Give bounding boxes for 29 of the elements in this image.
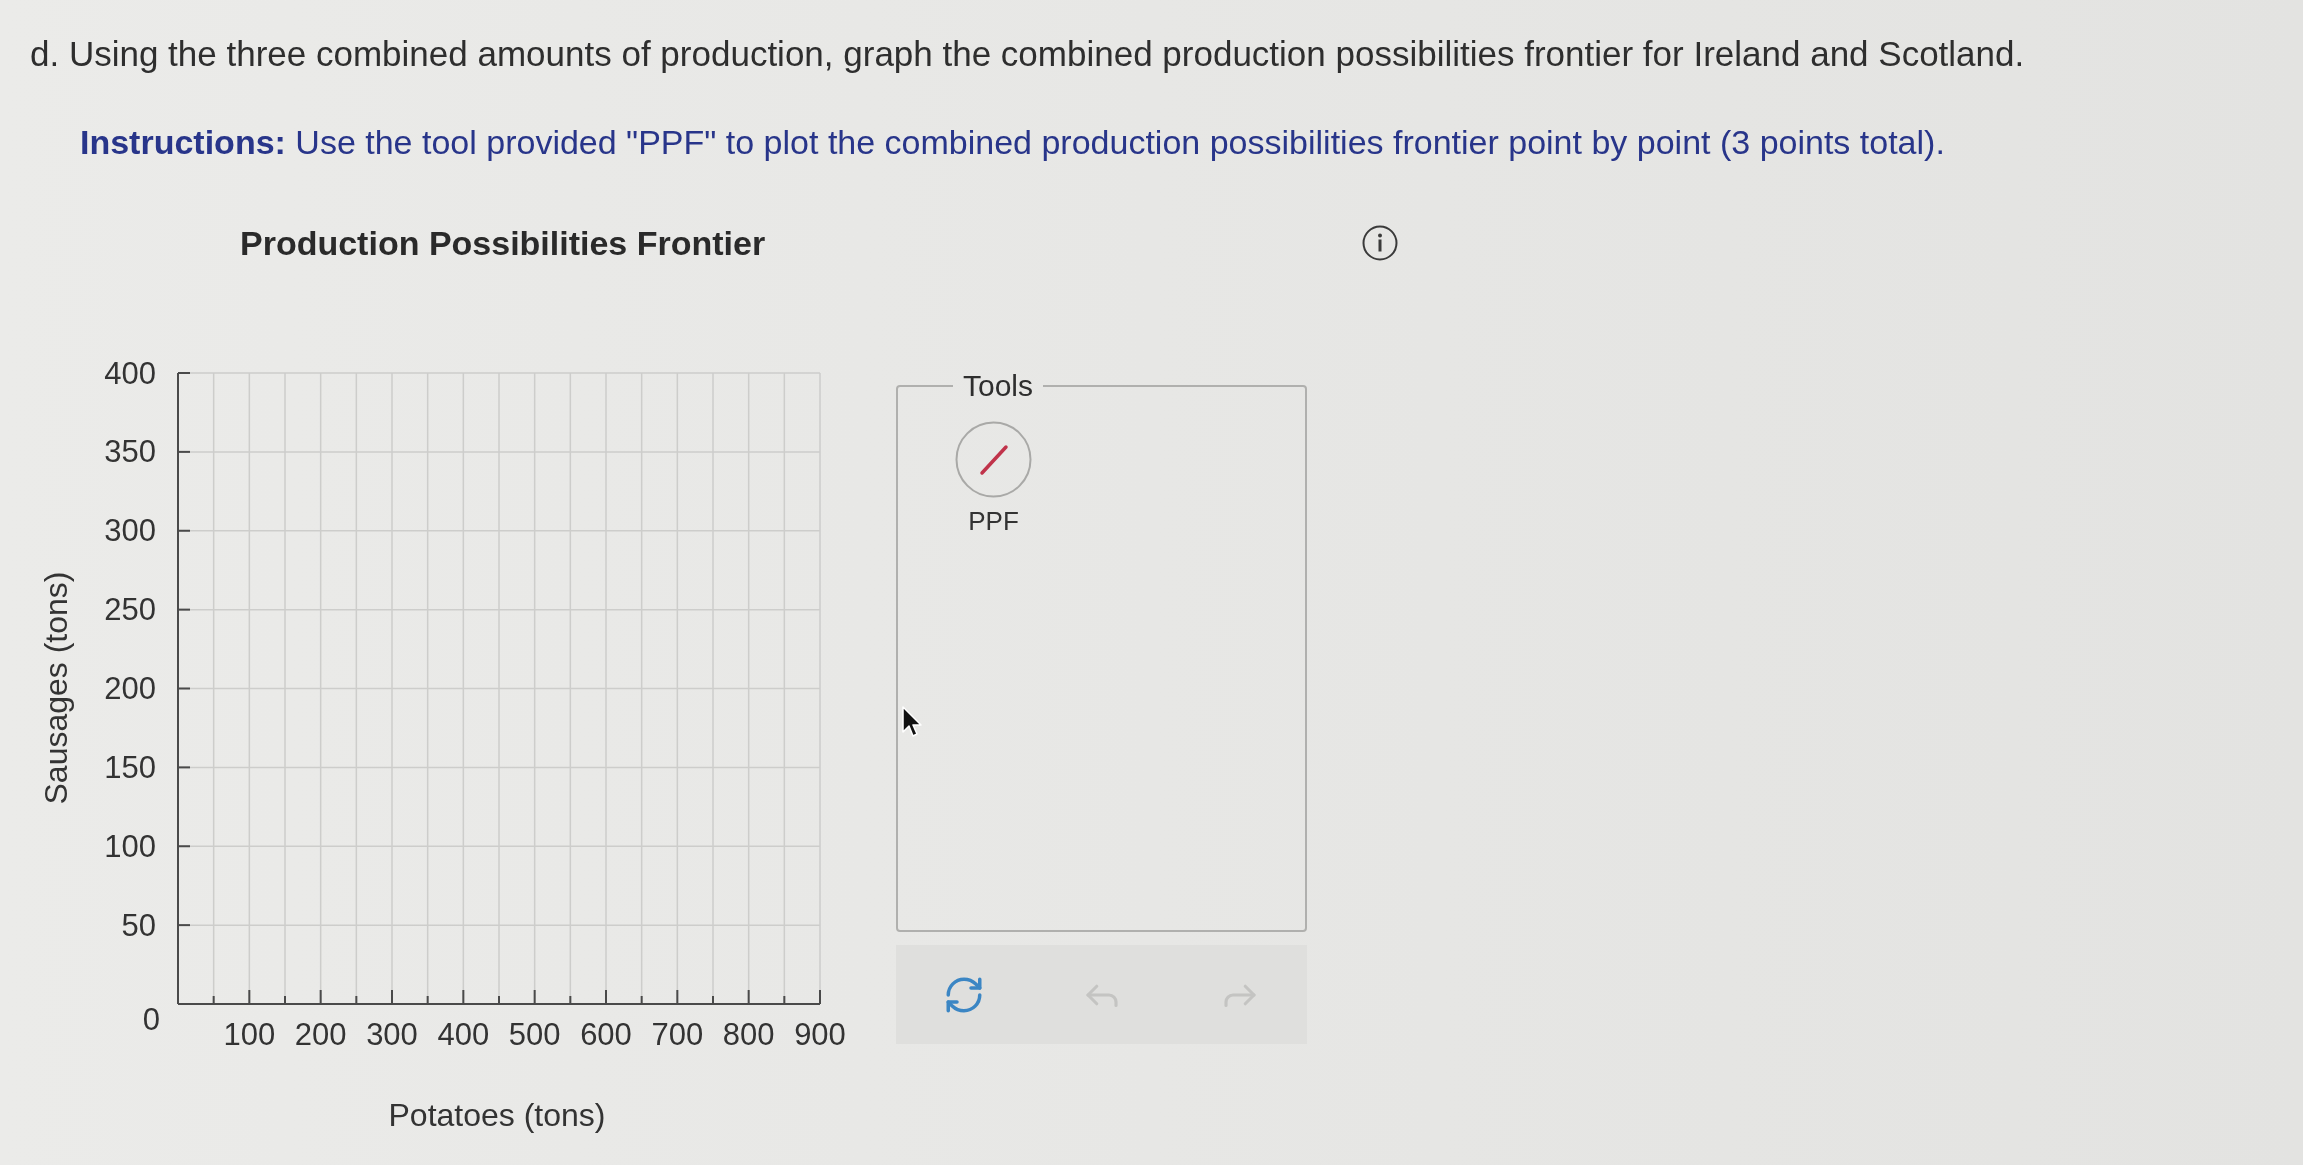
y-tick-label: 350 — [104, 434, 156, 470]
ppf-tool-label: PPF — [968, 506, 1019, 536]
line-tool-icon — [955, 421, 1032, 498]
x-tick-label: 100 — [223, 1016, 276, 1052]
question-text: d. Using the three combined amounts of production, graph the combined production possibilities frontier for Ireland and Scotland. — [30, 33, 2025, 75]
mouse-pointer-icon — [902, 706, 924, 738]
x-tick-label: 700 — [651, 1016, 704, 1052]
x-tick-label: 300 — [366, 1016, 418, 1052]
x-tick-label: 800 — [722, 1016, 775, 1052]
x-tick-label: 900 — [794, 1016, 846, 1052]
y-tick-label: 0 — [142, 1001, 160, 1037]
y-tick-label: 100 — [104, 828, 156, 864]
y-tick-label: 400 — [104, 355, 156, 391]
y-axis-title: Sausages (tons) — [38, 571, 74, 805]
x-axis-title: Potatoes (tons) — [388, 1097, 606, 1133]
x-tick-label: 600 — [580, 1016, 632, 1052]
tools-heading: Tools — [962, 368, 1035, 404]
y-tick-label: 150 — [104, 749, 156, 785]
ppf-tool-button[interactable]: PPF — [955, 421, 1032, 536]
y-tick-label: 200 — [104, 671, 156, 706]
chart-title: Production Possibilities Frontier — [240, 223, 766, 263]
y-tick-label: 250 — [104, 592, 156, 628]
info-icon[interactable] — [1362, 225, 1398, 261]
y-tick-label: 50 — [121, 907, 156, 943]
x-tick-label: 400 — [437, 1016, 490, 1052]
instructions-text: Instructions: Use the tool provided "PPF" to plot the combined production possibilities frontier point by point (3 points total). — [80, 122, 1945, 163]
x-tick-label: 500 — [508, 1016, 561, 1052]
y-tick-label: 300 — [104, 513, 156, 549]
x-tick-label: 200 — [294, 1016, 347, 1052]
